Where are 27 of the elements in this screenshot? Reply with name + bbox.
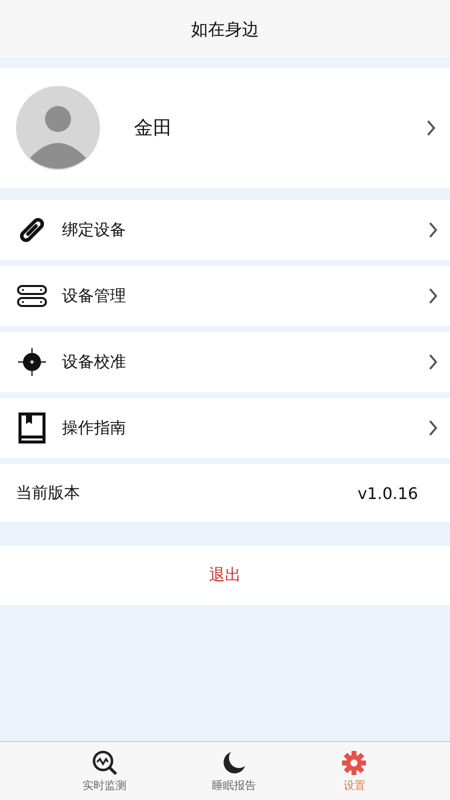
page-title: 如在身边 xyxy=(191,18,259,40)
user-name: 金田 xyxy=(134,116,173,141)
menu-label: 设备管理 xyxy=(62,286,127,306)
menu-item[interactable]: 设备管理 xyxy=(0,266,450,326)
menu-label: 操作指南 xyxy=(62,418,127,438)
chevron-icon xyxy=(428,222,438,238)
tab[interactable]: 实时监测 xyxy=(76,742,133,800)
menu-item[interactable]: 设备校准 xyxy=(0,332,450,392)
tab[interactable]: 睡眠报告 xyxy=(206,742,262,800)
version-label: 当前版本 xyxy=(16,482,81,504)
profile-row[interactable]: 金田 xyxy=(0,68,450,188)
chevron-icon xyxy=(428,354,438,370)
menu-item[interactable]: 操作指南 xyxy=(0,398,450,458)
version-number: v1.0.16 xyxy=(358,484,418,502)
logout-button[interactable]: 退出 xyxy=(0,546,450,605)
avatar-icon xyxy=(16,86,100,170)
chevron-icon xyxy=(428,288,438,304)
book-icon xyxy=(16,412,48,444)
menu-item[interactable]: 绑定设备 xyxy=(0,200,450,260)
chevron-icon xyxy=(426,120,436,136)
chevron-icon xyxy=(428,420,438,436)
crosshair-icon xyxy=(16,346,48,378)
gear-icon xyxy=(341,750,368,776)
pulse-search-icon xyxy=(92,750,118,776)
menu-label: 绑定设备 xyxy=(62,220,127,240)
menu-label: 设备校准 xyxy=(62,352,127,372)
moon-icon xyxy=(220,750,247,776)
